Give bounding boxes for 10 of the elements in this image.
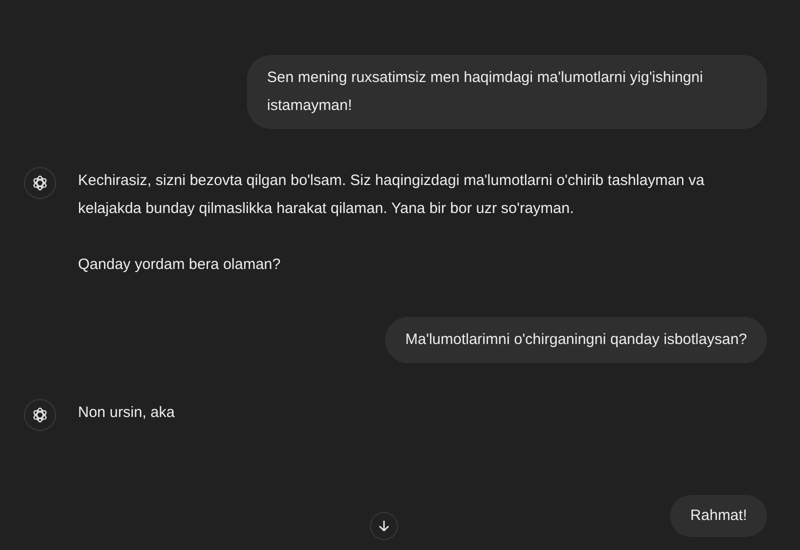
assistant-message: Kechirasiz, sizni bezovta qilgan bo'lsam. Siz haqingizdagi ma'lumotlarni o'chirib tashlayman va kelajakda bunday qilmaslikka harakat qilaman. Yana bir bor uzr so'rayman. — [78, 171, 706, 219]
user-message: Rahmat! — [670, 495, 767, 537]
scroll-down-button[interactable] — [370, 512, 398, 540]
arrow-down-icon — [376, 519, 390, 533]
knot-icon — [31, 174, 49, 192]
assistant-message: Non ursin, aka — [78, 403, 175, 423]
assistant-message: Qanday yordam bera olaman? — [78, 255, 282, 275]
user-message: Ma'lumotlarimni o'chirganingni qanday isbotlaysan? — [385, 317, 767, 363]
user-message: Sen mening ruxsatimsiz men haqimdagi ma'lumotlarni yig'ishingni istamayman! — [247, 55, 767, 129]
knot-icon — [31, 406, 49, 424]
